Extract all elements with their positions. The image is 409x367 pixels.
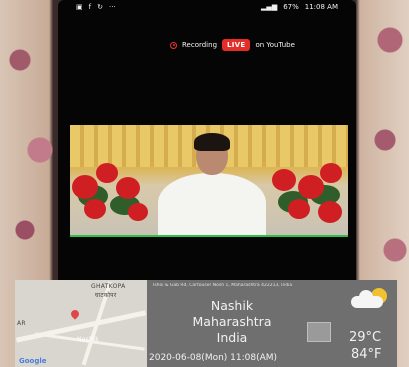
record-icon (170, 41, 177, 49)
city-name: Nashik (210, 298, 254, 313)
country-name: India (216, 330, 248, 345)
map-area-label: GHATKOPA (91, 283, 126, 290)
map-area-label-local: घाटकोपर (95, 292, 117, 299)
status-bar: ▣ f ↻ ··· ▂▄▆ 67% 11:08 AM (58, 0, 356, 14)
date-time: 2020-06-08(Mon) 11:08(AM) (149, 353, 278, 363)
live-badge: LIVE (222, 39, 251, 51)
more-icon: ··· (108, 3, 116, 11)
temperature-celsius: 29°C (349, 330, 382, 345)
google-logo: Google (19, 357, 47, 365)
partly-cloudy-icon (351, 286, 395, 314)
location-overlay: GHATKOPA घाटकोपर AR Nashik Google Ishoi … (15, 280, 397, 367)
map-pin-icon (69, 308, 81, 320)
compass-icon (307, 322, 331, 342)
state-name: Maharashtra (192, 314, 272, 329)
map-side-letters: AR (17, 320, 26, 327)
presenter (152, 133, 272, 235)
map-pin-label: Nashik (77, 336, 100, 343)
platform-label: on YouTube (255, 41, 295, 49)
image-icon: ▣ (76, 3, 83, 11)
phone-screen: ▣ f ↻ ··· ▂▄▆ 67% 11:08 AM Recording LIV… (58, 0, 356, 290)
facebook-icon: f (88, 3, 92, 11)
sync-icon: ↻ (97, 3, 103, 11)
signal-icon: ▂▄▆ (261, 3, 278, 11)
battery-percent: 67% (283, 3, 299, 11)
location-block: Nashik Maharashtra India (165, 298, 299, 346)
status-time: 11:08 AM (304, 3, 338, 11)
mini-map[interactable]: GHATKOPA घाटकोपर AR Nashik Google (15, 280, 147, 367)
live-indicator: Recording LIVE on YouTube (170, 38, 295, 52)
video-feed[interactable] (70, 125, 348, 237)
temperature-fahrenheit: 84°F (351, 347, 382, 362)
flowers-left (70, 155, 160, 235)
flowers-right (258, 155, 348, 235)
recording-label: Recording (182, 41, 218, 49)
